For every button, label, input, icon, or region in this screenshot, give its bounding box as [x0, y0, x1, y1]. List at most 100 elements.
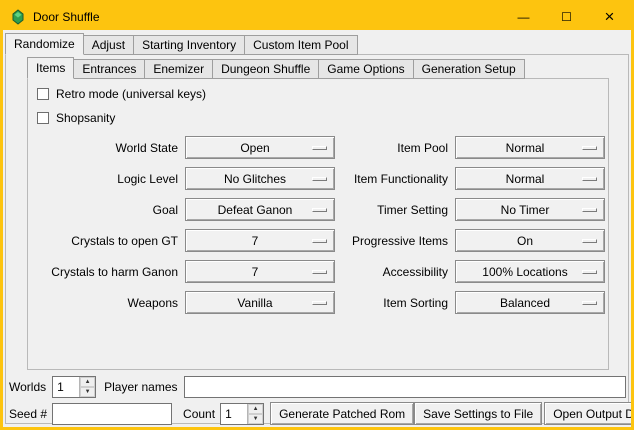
- accessibility-dropdown[interactable]: 100% Locations: [455, 260, 605, 283]
- worlds-value-input[interactable]: [53, 377, 79, 397]
- generate-patched-rom-button[interactable]: Generate Patched Rom: [270, 402, 414, 425]
- accessibility-label: Accessibility: [344, 265, 448, 279]
- item-sorting-dropdown[interactable]: Balanced: [455, 291, 605, 314]
- dropdown-indicator-icon: [582, 270, 597, 274]
- crystals-ganon-label: Crystals to harm Ganon: [37, 265, 178, 279]
- settings-row: Crystals to open GT 7 Progressive Items …: [28, 225, 608, 256]
- open-output-directory-button[interactable]: Open Output Directory: [544, 402, 634, 425]
- inner-tab-bar: Items Entrances Enemizer Dungeon Shuffle…: [27, 58, 524, 79]
- settings-row: Logic Level No Glitches Item Functionali…: [28, 163, 608, 194]
- player-names-input[interactable]: [184, 376, 627, 398]
- dropdown-indicator-icon: [582, 208, 597, 212]
- dropdown-indicator-icon: [312, 177, 327, 181]
- dropdown-indicator-icon: [582, 146, 597, 150]
- item-functionality-dropdown[interactable]: Normal: [455, 167, 605, 190]
- dropdown-value: On: [517, 234, 543, 248]
- crystals-gt-label: Crystals to open GT: [37, 234, 178, 248]
- tab-starting-inventory[interactable]: Starting Inventory: [133, 35, 245, 55]
- tab-enemizer[interactable]: Enemizer: [144, 59, 213, 79]
- worlds-row: Worlds ▲ ▼ Player names: [9, 375, 626, 398]
- checkbox-box-icon[interactable]: [37, 112, 49, 124]
- count-value-input[interactable]: [221, 404, 247, 424]
- window-controls: — ☐ ×: [502, 3, 631, 30]
- dropdown-indicator-icon: [582, 301, 597, 305]
- item-functionality-label: Item Functionality: [344, 172, 448, 186]
- retro-mode-checkbox[interactable]: Retro mode (universal keys): [37, 87, 206, 101]
- items-tab-panel: Retro mode (universal keys) Shopsanity W…: [27, 78, 609, 370]
- checkbox-label: Retro mode (universal keys): [56, 87, 206, 101]
- settings-row: Goal Defeat Ganon Timer Setting No Timer: [28, 194, 608, 225]
- progressive-items-label: Progressive Items: [344, 234, 448, 248]
- logic-level-dropdown[interactable]: No Glitches: [185, 167, 335, 190]
- stepper-arrows: ▲ ▼: [79, 377, 95, 397]
- dropdown-value: No Glitches: [224, 172, 296, 186]
- dropdown-indicator-icon: [312, 146, 327, 150]
- tab-randomize[interactable]: Randomize: [5, 33, 84, 55]
- tab-adjust[interactable]: Adjust: [83, 35, 134, 55]
- save-settings-button[interactable]: Save Settings to File: [414, 402, 542, 425]
- tab-items[interactable]: Items: [27, 57, 74, 79]
- tab-dungeon-shuffle[interactable]: Dungeon Shuffle: [212, 59, 319, 79]
- stepper-arrows: ▲ ▼: [247, 404, 263, 424]
- item-pool-dropdown[interactable]: Normal: [455, 136, 605, 159]
- dropdown-value: Defeat Ganon: [218, 203, 303, 217]
- seed-label: Seed #: [9, 407, 47, 421]
- dropdown-value: 7: [252, 234, 269, 248]
- app-icon: [10, 9, 26, 25]
- tab-generation-setup[interactable]: Generation Setup: [413, 59, 525, 79]
- checkbox-box-icon[interactable]: [37, 88, 49, 100]
- dropdown-indicator-icon: [312, 208, 327, 212]
- arrow-down-icon[interactable]: ▼: [80, 387, 95, 397]
- shopsanity-checkbox[interactable]: Shopsanity: [37, 111, 115, 125]
- count-stepper[interactable]: ▲ ▼: [220, 403, 264, 425]
- dropdown-value: Balanced: [500, 296, 560, 310]
- arrow-down-icon[interactable]: ▼: [248, 414, 263, 424]
- seed-input[interactable]: [52, 403, 172, 425]
- dropdown-indicator-icon: [582, 239, 597, 243]
- seed-row: Seed # Count ▲ ▼ Generate Patched Rom Sa…: [9, 402, 626, 425]
- dropdown-indicator-icon: [312, 301, 327, 305]
- world-state-dropdown[interactable]: Open: [185, 136, 335, 159]
- arrow-up-icon[interactable]: ▲: [248, 404, 263, 414]
- progressive-items-dropdown[interactable]: On: [455, 229, 605, 252]
- settings-row: Weapons Vanilla Item Sorting Balanced: [28, 287, 608, 318]
- timer-setting-label: Timer Setting: [344, 203, 448, 217]
- dropdown-value: Normal: [506, 141, 555, 155]
- worlds-label: Worlds: [9, 380, 46, 394]
- goal-dropdown[interactable]: Defeat Ganon: [185, 198, 335, 221]
- logic-level-label: Logic Level: [37, 172, 178, 186]
- settings-row: World State Open Item Pool Normal: [28, 132, 608, 163]
- tab-custom-item-pool[interactable]: Custom Item Pool: [244, 35, 357, 55]
- settings-grid: World State Open Item Pool Normal Logic …: [28, 132, 608, 318]
- tab-game-options[interactable]: Game Options: [318, 59, 413, 79]
- item-sorting-label: Item Sorting: [344, 296, 448, 310]
- count-label: Count: [183, 407, 215, 421]
- tab-entrances[interactable]: Entrances: [73, 59, 145, 79]
- dropdown-indicator-icon: [312, 270, 327, 274]
- title-bar: Door Shuffle — ☐ ×: [3, 3, 631, 30]
- close-icon[interactable]: ×: [588, 3, 631, 30]
- dropdown-value: Vanilla: [237, 296, 282, 310]
- dropdown-indicator-icon: [582, 177, 597, 181]
- outer-tab-bar: Randomize Adjust Starting Inventory Cust…: [5, 34, 357, 55]
- dropdown-value: Normal: [506, 172, 555, 186]
- weapons-dropdown[interactable]: Vanilla: [185, 291, 335, 314]
- settings-row: Crystals to harm Ganon 7 Accessibility 1…: [28, 256, 608, 287]
- window-title: Door Shuffle: [33, 10, 100, 24]
- weapons-label: Weapons: [37, 296, 178, 310]
- arrow-up-icon[interactable]: ▲: [80, 377, 95, 387]
- minimize-icon[interactable]: —: [502, 3, 545, 30]
- timer-setting-dropdown[interactable]: No Timer: [455, 198, 605, 221]
- dropdown-value: 7: [252, 265, 269, 279]
- dropdown-indicator-icon: [312, 239, 327, 243]
- crystals-gt-dropdown[interactable]: 7: [185, 229, 335, 252]
- world-state-label: World State: [37, 141, 178, 155]
- crystals-ganon-dropdown[interactable]: 7: [185, 260, 335, 283]
- dropdown-value: Open: [240, 141, 279, 155]
- maximize-icon[interactable]: ☐: [545, 3, 588, 30]
- item-pool-label: Item Pool: [344, 141, 448, 155]
- goal-label: Goal: [37, 203, 178, 217]
- dropdown-value: 100% Locations: [482, 265, 577, 279]
- checkbox-label: Shopsanity: [56, 111, 115, 125]
- worlds-stepper[interactable]: ▲ ▼: [52, 376, 96, 398]
